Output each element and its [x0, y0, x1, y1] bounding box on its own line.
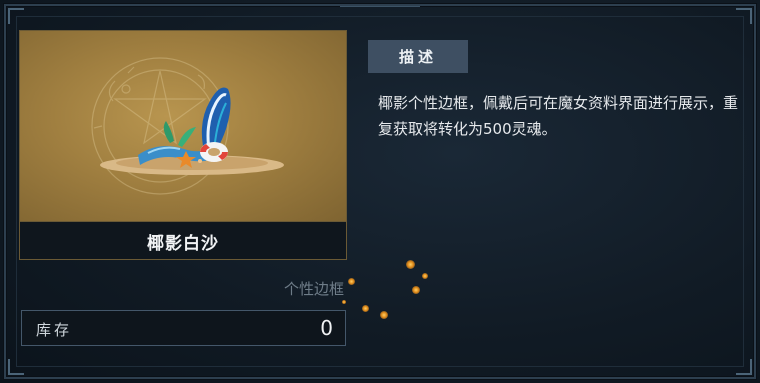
item-name: 椰影白沙: [20, 221, 346, 259]
stock-label: 库存: [36, 321, 73, 339]
stock-box: 库存 0: [21, 310, 346, 346]
item-art: [20, 31, 346, 221]
item-card: 椰影白沙: [19, 30, 347, 260]
sparkle-decor: [348, 278, 355, 285]
sparkle-decor: [362, 305, 369, 312]
sparkle-decor: [406, 260, 415, 269]
item-category: 个性边框: [283, 280, 344, 298]
sparkle-decor: [342, 300, 346, 304]
item-detail-panel: 椰影白沙 个性边框 库存 0 描述 椰影个性边框，佩戴后可在魔女资料界面进行展示…: [0, 0, 760, 383]
sparkle-decor: [412, 286, 420, 294]
item-illustration: [91, 57, 284, 195]
palm-leaf: [163, 121, 174, 143]
description-text: 椰影个性边框，佩戴后可在魔女资料界面进行展示，重复获取将转化为500灵魂。: [378, 94, 739, 138]
top-notch-decor: [340, 0, 420, 7]
tab-description[interactable]: 描述: [368, 40, 468, 73]
swim-ring-icon: [200, 142, 228, 162]
sparkle-decor: [422, 273, 428, 279]
stock-value: 0: [320, 316, 333, 340]
sparkle-decor: [380, 311, 388, 319]
